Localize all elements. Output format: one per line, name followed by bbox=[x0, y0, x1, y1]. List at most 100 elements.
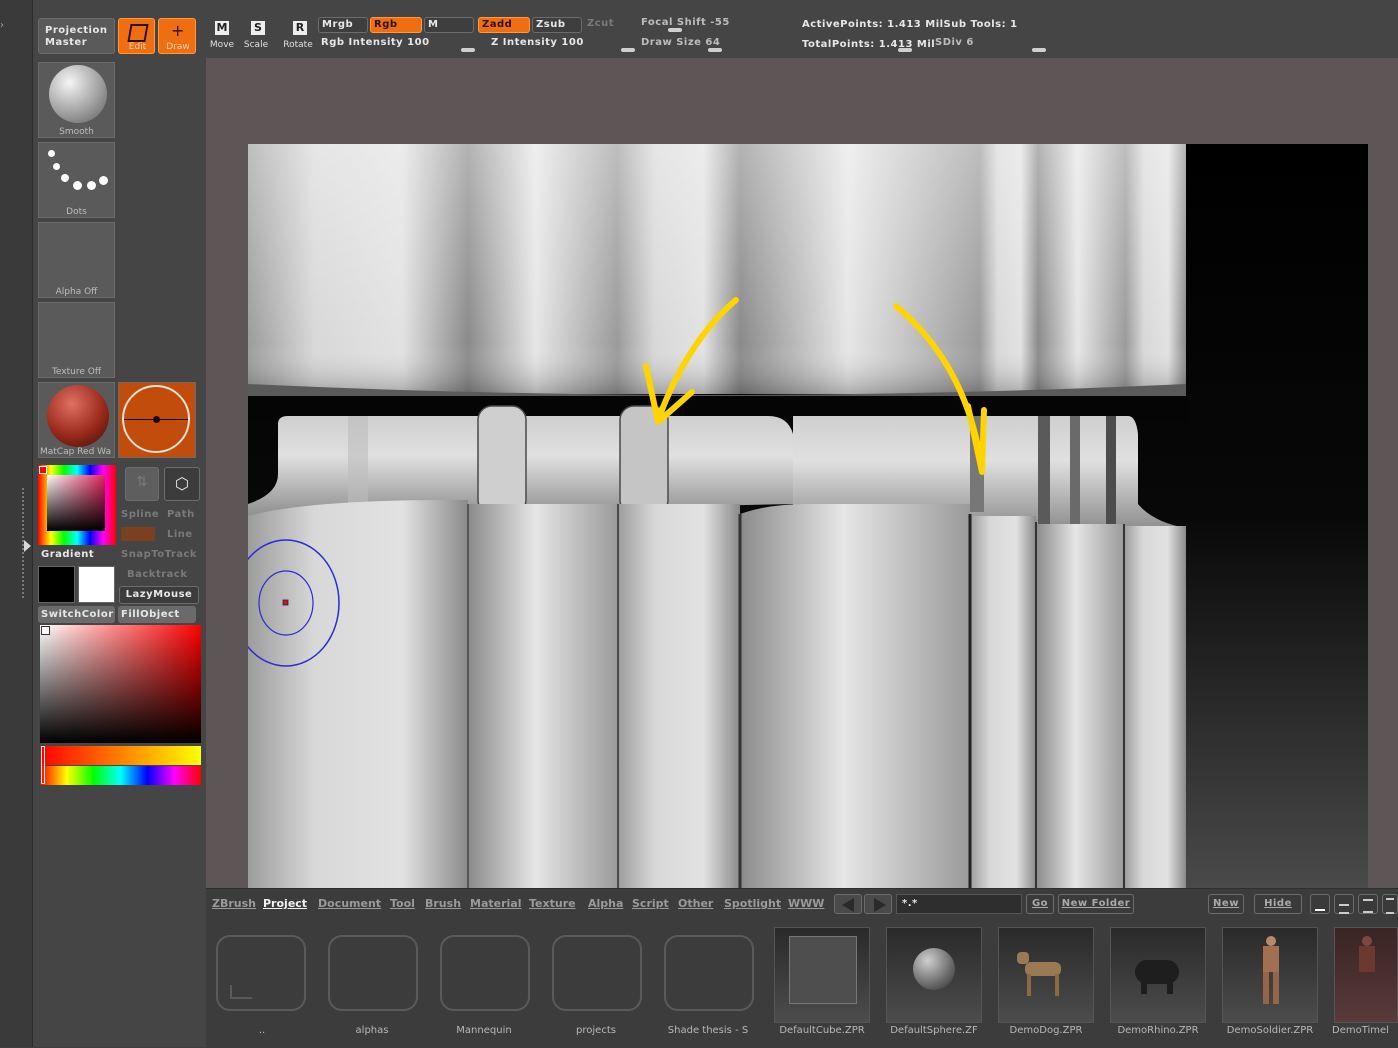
view-grid-icon bbox=[1386, 898, 1394, 914]
file-label: DefaultSphere.ZF bbox=[890, 1025, 978, 1036]
rgb-button[interactable]: Rgb bbox=[370, 17, 422, 33]
texture-thumbnail[interactable]: Texture Off bbox=[38, 302, 115, 378]
folder-item[interactable] bbox=[440, 935, 530, 1011]
line-label[interactable]: Line bbox=[167, 529, 193, 540]
file-item[interactable] bbox=[774, 927, 870, 1023]
tab-other[interactable]: Other bbox=[678, 897, 713, 910]
folder-item[interactable] bbox=[328, 935, 418, 1011]
secondary-color-swatch[interactable] bbox=[78, 566, 115, 603]
expand-arrow-icon[interactable] bbox=[24, 540, 31, 552]
picker-cursor-icon bbox=[41, 626, 50, 635]
folder-item[interactable] bbox=[664, 935, 754, 1011]
zsub-button[interactable]: Zsub bbox=[532, 17, 582, 33]
edge-icon-top[interactable]: › bbox=[0, 20, 6, 40]
gradient-label[interactable]: Gradient bbox=[41, 549, 94, 560]
material-sphere-icon bbox=[47, 385, 109, 447]
search-input[interactable]: *.* bbox=[896, 894, 1022, 914]
color-saturation-picker[interactable] bbox=[40, 625, 201, 743]
rgb-intensity-knob[interactable] bbox=[461, 48, 475, 52]
mrgb-button[interactable]: Mrgb bbox=[318, 17, 368, 33]
m-button[interactable]: M bbox=[424, 17, 474, 33]
view-grid-button[interactable] bbox=[1382, 894, 1398, 914]
stroke-thumbnail[interactable]: Dots bbox=[38, 142, 115, 218]
fill-object-button[interactable]: FillObject bbox=[118, 606, 196, 623]
spline-label[interactable]: Spline bbox=[121, 509, 159, 520]
snap-to-track-button[interactable]: SnapToTrack bbox=[121, 549, 197, 560]
tab-script[interactable]: Script bbox=[632, 897, 669, 910]
rotate-button[interactable]: R Rotate bbox=[280, 18, 316, 54]
tab-document[interactable]: Document bbox=[318, 897, 381, 910]
folder-label: .. bbox=[258, 1025, 266, 1036]
next-button[interactable] bbox=[864, 894, 892, 914]
prev-button[interactable] bbox=[834, 894, 862, 914]
tab-zbrush[interactable]: ZBrush bbox=[212, 897, 256, 910]
file-item[interactable] bbox=[998, 927, 1094, 1023]
mrgb-label: Mrgb bbox=[322, 19, 354, 30]
file-item[interactable] bbox=[886, 927, 982, 1023]
edit-button[interactable]: Edit bbox=[118, 18, 155, 54]
z-intensity-slider[interactable]: Z Intensity 100 bbox=[488, 36, 636, 52]
z-intensity-label: Z Intensity 100 bbox=[491, 37, 584, 48]
draw-size-knob[interactable] bbox=[708, 48, 722, 52]
material-thumbnail[interactable]: MatCap Red Wa bbox=[38, 382, 115, 458]
tab-spotlight[interactable]: Spotlight bbox=[724, 897, 781, 910]
plane-button[interactable] bbox=[121, 527, 155, 541]
path-label[interactable]: Path bbox=[167, 509, 195, 520]
move-button[interactable]: M Move bbox=[206, 18, 238, 54]
spline-button[interactable]: ⇅ bbox=[125, 467, 159, 501]
tab-alpha[interactable]: Alpha bbox=[588, 897, 623, 910]
tab-brush[interactable]: Brush bbox=[425, 897, 461, 910]
sdiv-slider[interactable]: SDiv 6 bbox=[932, 36, 1050, 52]
projection-master-button[interactable]: Projection Master bbox=[38, 18, 115, 54]
z-intensity-knob[interactable] bbox=[621, 48, 635, 52]
hue-bar-spectrum[interactable] bbox=[40, 766, 201, 785]
rgb-intensity-slider[interactable]: Rgb Intensity 100 bbox=[318, 36, 476, 52]
view-small-button[interactable] bbox=[1310, 894, 1330, 914]
draw-size-slider[interactable]: Draw Size 64 bbox=[638, 36, 794, 52]
focal-shift-label: Focal Shift -55 bbox=[641, 17, 730, 28]
rgb-intensity-label: Rgb Intensity 100 bbox=[321, 37, 430, 48]
hue-handle[interactable] bbox=[41, 746, 45, 784]
cube-icon: ⬡ bbox=[175, 474, 189, 493]
tab-www[interactable]: WWW bbox=[788, 897, 824, 910]
focal-shift-knob[interactable] bbox=[668, 28, 682, 32]
m-label: M bbox=[428, 19, 439, 30]
zcut-button[interactable]: Zcut bbox=[584, 17, 634, 33]
file-item[interactable] bbox=[1334, 927, 1398, 1023]
total-points-knob[interactable] bbox=[898, 48, 912, 52]
view-list-button[interactable] bbox=[1358, 894, 1378, 914]
alpha-thumbnail[interactable]: Alpha Off bbox=[38, 222, 115, 298]
draw-button[interactable]: + Draw bbox=[158, 18, 196, 54]
backtrack-button[interactable]: Backtrack bbox=[127, 569, 188, 580]
go-button[interactable]: Go bbox=[1026, 894, 1054, 914]
folder-item[interactable] bbox=[216, 935, 306, 1011]
primary-color-swatch[interactable] bbox=[38, 566, 75, 603]
tab-texture[interactable]: Texture bbox=[529, 897, 576, 910]
left-edge-strip: › bbox=[0, 0, 33, 1047]
zcut-label: Zcut bbox=[587, 18, 615, 29]
scale-button[interactable]: S Scale bbox=[240, 18, 272, 54]
focal-shift-slider[interactable]: Focal Shift -55 bbox=[638, 16, 794, 32]
new-button[interactable]: New bbox=[1208, 894, 1244, 914]
canvas[interactable] bbox=[248, 144, 1368, 888]
sdiv-knob[interactable] bbox=[1032, 48, 1046, 52]
view-medium-button[interactable] bbox=[1334, 894, 1354, 914]
folder-item[interactable] bbox=[552, 935, 642, 1011]
new-folder-button[interactable]: New Folder bbox=[1058, 894, 1134, 914]
main-color-swatch[interactable] bbox=[118, 382, 196, 458]
sculpt-render[interactable] bbox=[248, 144, 1368, 888]
color-picker[interactable] bbox=[38, 465, 116, 545]
file-item[interactable] bbox=[1222, 927, 1318, 1023]
file-item[interactable] bbox=[1110, 927, 1206, 1023]
tab-project[interactable]: Project bbox=[263, 897, 307, 910]
3d-cube-button[interactable]: ⬡ bbox=[164, 467, 200, 501]
tab-tool[interactable]: Tool bbox=[390, 897, 415, 910]
hide-button[interactable]: Hide bbox=[1254, 894, 1302, 914]
brush-thumbnail[interactable]: Smooth bbox=[38, 62, 115, 138]
zadd-button[interactable]: Zadd bbox=[478, 17, 530, 33]
material-label: MatCap Red Wa bbox=[40, 447, 111, 457]
lazy-mouse-button[interactable]: LazyMouse bbox=[119, 586, 199, 604]
switch-color-button[interactable]: SwitchColor bbox=[38, 606, 115, 623]
hue-bar-warm[interactable] bbox=[40, 746, 201, 765]
tab-material[interactable]: Material bbox=[470, 897, 521, 910]
